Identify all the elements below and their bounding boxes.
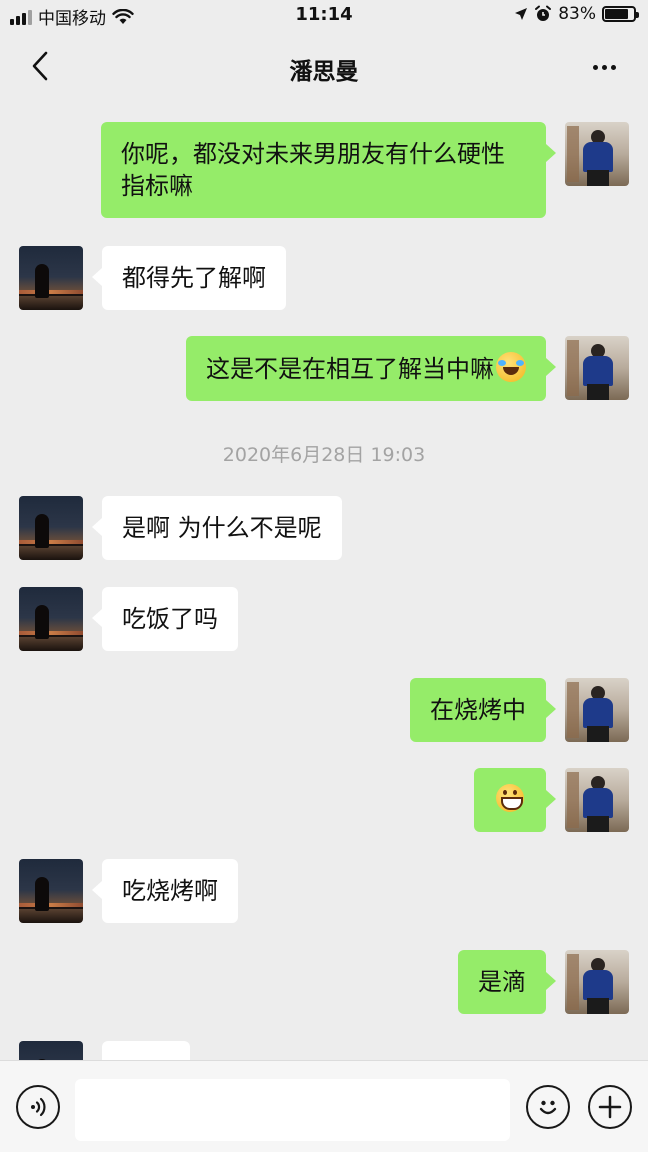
voice-button[interactable]: [16, 1085, 60, 1129]
plus-icon: [598, 1095, 622, 1119]
contact-avatar[interactable]: [19, 587, 83, 651]
message-bubble-incoming[interactable]: 都得先了解啊: [92, 246, 286, 310]
contact-avatar[interactable]: [19, 246, 83, 310]
alarm-icon: [535, 5, 552, 21]
battery-icon: [602, 6, 639, 22]
my-avatar[interactable]: [565, 678, 629, 742]
contact-avatar[interactable]: [19, 496, 83, 560]
location-icon: [515, 8, 528, 20]
back-button[interactable]: [22, 46, 58, 86]
message-text: 吃烧烤啊: [122, 877, 218, 905]
my-avatar[interactable]: [565, 336, 629, 400]
contact-avatar[interactable]: [19, 859, 83, 923]
message-input[interactable]: [75, 1079, 510, 1141]
contact-avatar[interactable]: [19, 1041, 83, 1060]
message-text: 都得先了解啊: [122, 264, 266, 292]
message-bubble-incoming[interactable]: 真好: [102, 1041, 190, 1060]
message-text: 是滴: [478, 968, 526, 996]
input-bar: [0, 1060, 648, 1152]
emoji-icon: [539, 1100, 557, 1115]
chat-title: 潘思曼: [289, 59, 359, 85]
my-avatar[interactable]: [565, 768, 629, 832]
my-avatar[interactable]: [565, 950, 629, 1014]
message-bubble-outgoing[interactable]: 是滴: [458, 950, 556, 1014]
message-text: 吃饭了吗: [122, 605, 218, 633]
message-bubble-outgoing[interactable]: 这是不是在相互了解当中嘛: [186, 336, 556, 401]
status-bar: 中国移动 11:14 83%: [0, 0, 648, 32]
plus-button[interactable]: [588, 1085, 632, 1129]
more-button[interactable]: [584, 52, 624, 82]
message-bubble-outgoing[interactable]: 你呢，都没对未来男朋友有什么硬性指标嘛: [101, 122, 556, 218]
battery-percent: 83%: [558, 4, 596, 24]
nav-bar: 潘思曼: [0, 32, 648, 102]
laughing-tears-emoji: [496, 352, 526, 382]
message-text: 这是不是在相互了解当中嘛: [206, 355, 494, 383]
message-bubble-outgoing[interactable]: 在烧烤中: [410, 678, 556, 742]
chevron-left-icon: [32, 51, 48, 81]
more-icon: [592, 64, 616, 70]
chat-timestamp: 2020年6月28日 19:03: [222, 444, 426, 466]
message-bubble-incoming[interactable]: 是啊 为什么不是呢: [92, 496, 342, 560]
grinning-emoji: [496, 784, 524, 812]
voice-icon: [31, 1097, 46, 1117]
emoji-button[interactable]: [526, 1085, 570, 1129]
message-bubble-incoming[interactable]: 吃烧烤啊: [92, 859, 238, 923]
message-bubble-incoming[interactable]: 吃饭了吗: [92, 587, 238, 651]
chat-history[interactable]: 你呢，都没对未来男朋友有什么硬性指标嘛 都得先了解啊 这是不是在相互了解当中嘛 …: [0, 102, 648, 1060]
message-text: 是啊 为什么不是呢: [122, 514, 322, 542]
my-avatar[interactable]: [565, 122, 629, 186]
message-bubble-outgoing[interactable]: [474, 768, 556, 832]
message-text: 在烧烤中: [430, 696, 526, 724]
message-text: 你呢，都没对未来男朋友有什么硬性指标嘛: [121, 140, 505, 200]
